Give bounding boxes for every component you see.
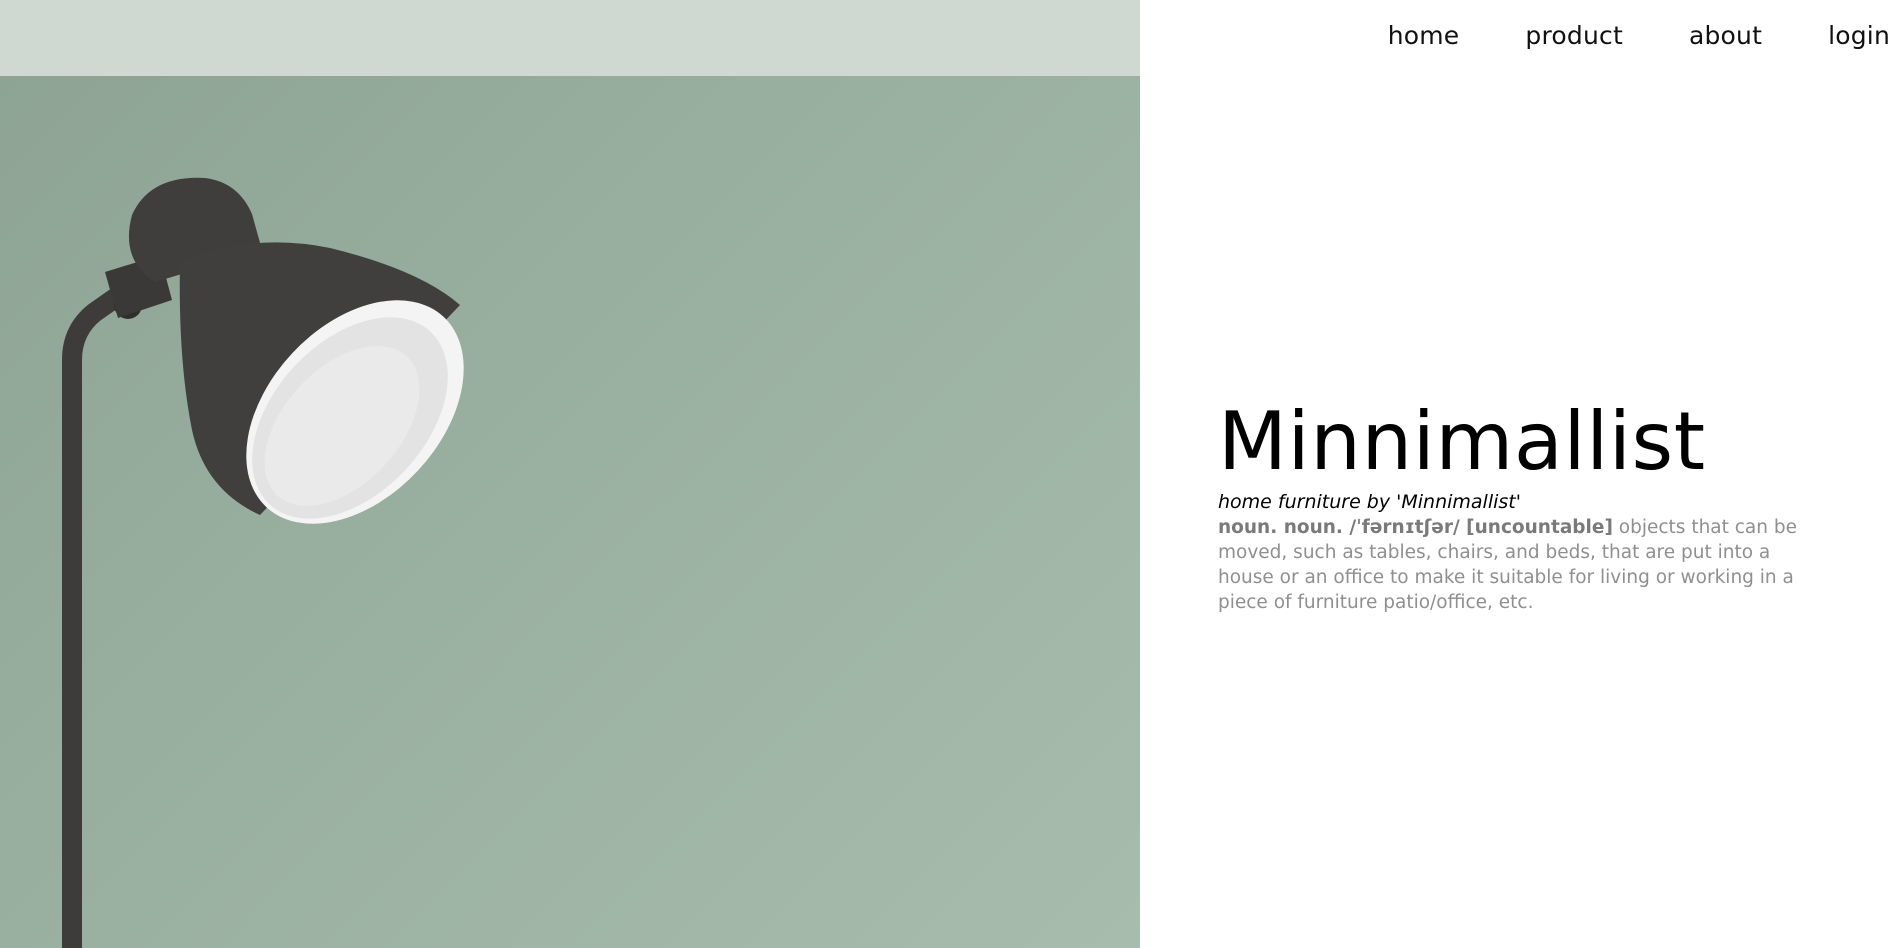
hero-content: Minnimallist home furniture by 'Minnimal… — [1218, 394, 1818, 615]
definition-term: noun. noun. /ˈfərnɪtʃər/ [uncountable] — [1218, 517, 1613, 538]
nav-login-link[interactable]: login — [1828, 21, 1890, 50]
floor-lamp-icon — [62, 177, 464, 948]
brand-title: Minnimallist — [1218, 395, 1706, 488]
page: home product about login Minnimallist ho… — [0, 0, 1896, 948]
definition-paragraph: noun. noun. /ˈfərnɪtʃər/ [uncountable] o… — [1218, 515, 1818, 615]
main-nav: home product about login — [1322, 0, 1896, 70]
hero-image — [0, 0, 1140, 948]
nav-product-link[interactable]: product — [1525, 21, 1623, 50]
hero-subtitle: home furniture by 'Minnimallist' — [1218, 491, 1521, 513]
nav-home-link[interactable]: home — [1388, 21, 1460, 50]
nav-about-link[interactable]: about — [1689, 21, 1762, 50]
